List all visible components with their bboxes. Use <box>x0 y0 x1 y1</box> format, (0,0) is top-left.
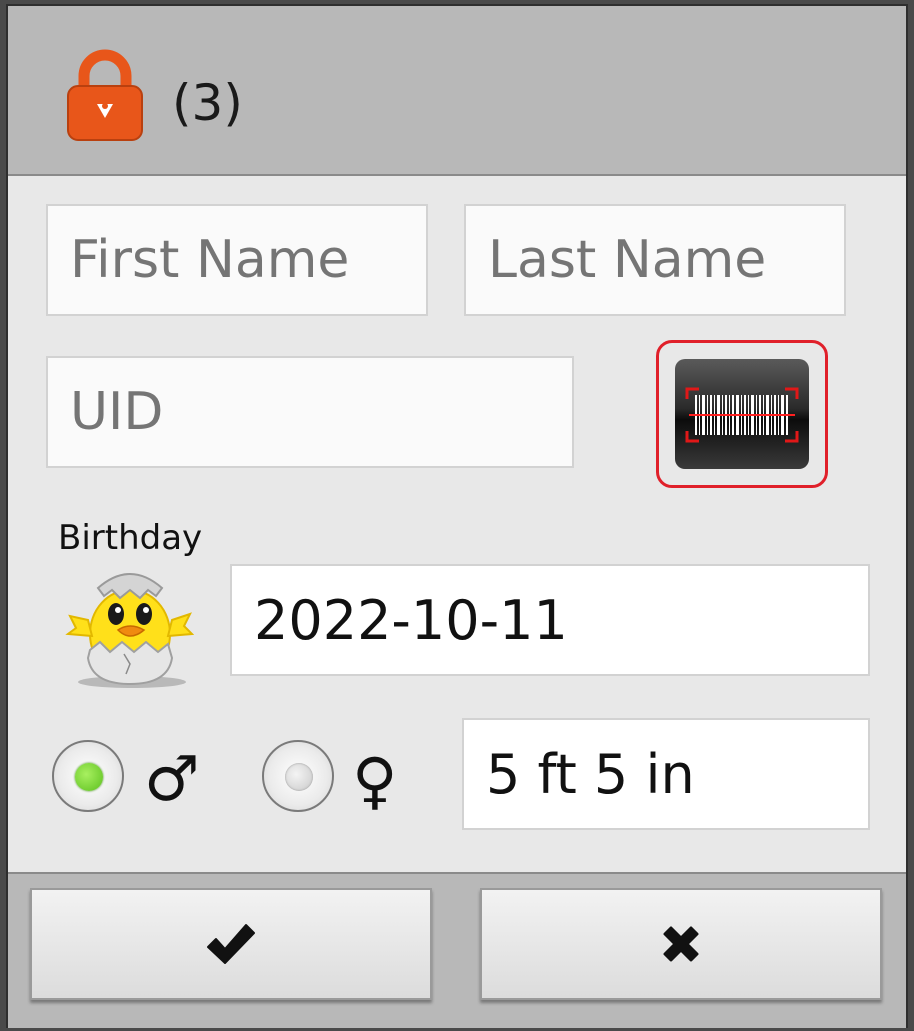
hatching-chick-icon <box>65 573 194 688</box>
male-symbol-icon: ♂ <box>144 742 200 815</box>
checkmark-icon <box>207 924 255 964</box>
birthday-label: Birthday <box>58 518 203 558</box>
dialog-header: (3) <box>8 6 906 176</box>
x-icon <box>663 926 699 962</box>
radio-unselected-dot <box>285 763 313 791</box>
record-count: (3) <box>172 74 243 132</box>
confirm-button[interactable] <box>30 888 432 1000</box>
female-radio[interactable] <box>262 740 334 812</box>
uid-input[interactable] <box>46 356 574 468</box>
lock-person-icon <box>67 49 143 141</box>
dialog-footer <box>8 872 906 1028</box>
male-radio[interactable] <box>52 740 124 812</box>
height-input[interactable] <box>462 718 870 830</box>
radio-selected-dot <box>75 763 103 791</box>
first-name-input[interactable] <box>46 204 428 316</box>
barcode-scan-button[interactable] <box>656 340 828 488</box>
last-name-input[interactable] <box>464 204 846 316</box>
person-dialog: (3) First Name Last Name UID Birthday 20… <box>8 6 906 1028</box>
barcode-scan-icon <box>675 359 809 469</box>
birthday-input[interactable] <box>230 564 870 676</box>
female-symbol-icon: ♀ <box>352 744 398 817</box>
cancel-button[interactable] <box>480 888 882 1000</box>
